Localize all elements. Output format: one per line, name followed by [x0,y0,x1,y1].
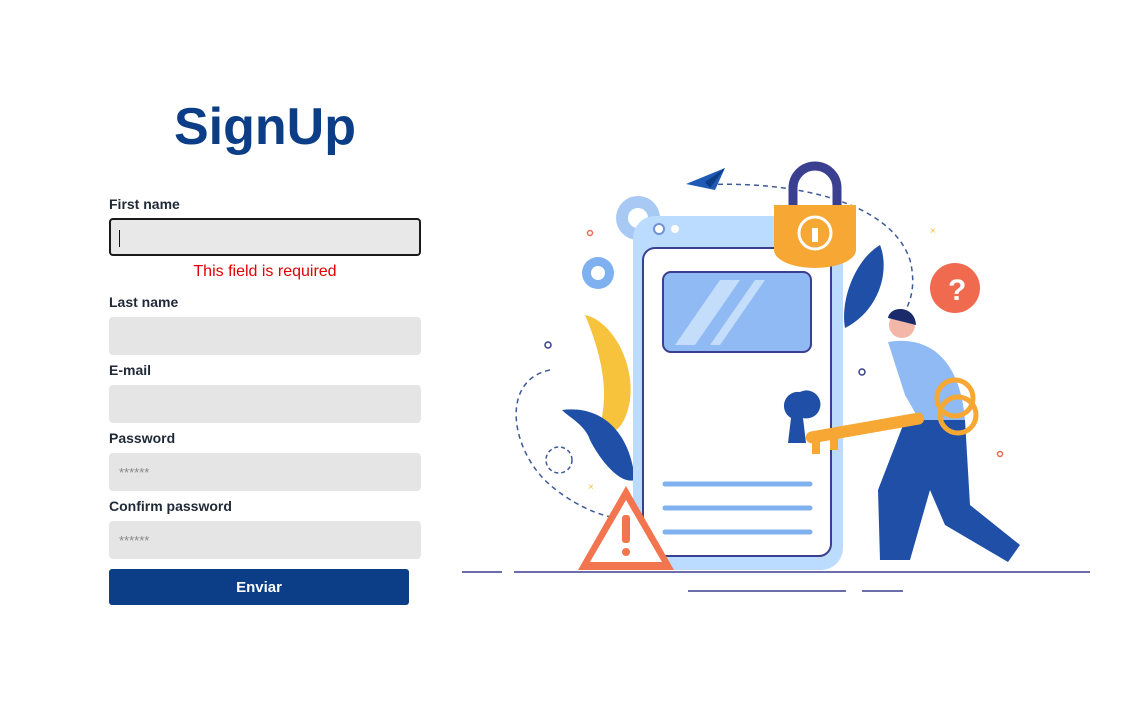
person-icon [878,308,1020,562]
password-field[interactable] [109,453,421,491]
first-name-field[interactable] [109,218,421,256]
confirm-password-field[interactable] [109,521,421,559]
last-name-field[interactable] [109,317,421,355]
first-name-label: First name [109,196,180,212]
svg-text:?: ? [948,274,966,307]
ground-lines [462,571,1090,592]
submit-button[interactable]: Enviar [109,569,409,605]
last-name-label: Last name [109,294,179,310]
signup-page: SignUp First name This field is required… [0,0,1124,714]
padlock-icon [774,161,856,268]
signup-form: SignUp First name This field is required… [109,96,421,605]
phone-icon [633,216,843,570]
security-illustration: ? × × [462,161,1090,592]
email-label: E-mail [109,362,152,378]
password-label: Password [109,430,176,446]
svg-text:×: × [930,226,936,237]
text-cursor [119,230,120,247]
email-field[interactable] [109,385,421,423]
question-bubble-icon: ? [930,263,980,313]
paper-plane-icon [686,168,725,190]
first-name-error: This field is required [193,263,337,280]
page-title: SignUp [174,98,356,156]
confirm-password-label: Confirm password [109,498,232,514]
svg-text:×: × [588,482,594,493]
